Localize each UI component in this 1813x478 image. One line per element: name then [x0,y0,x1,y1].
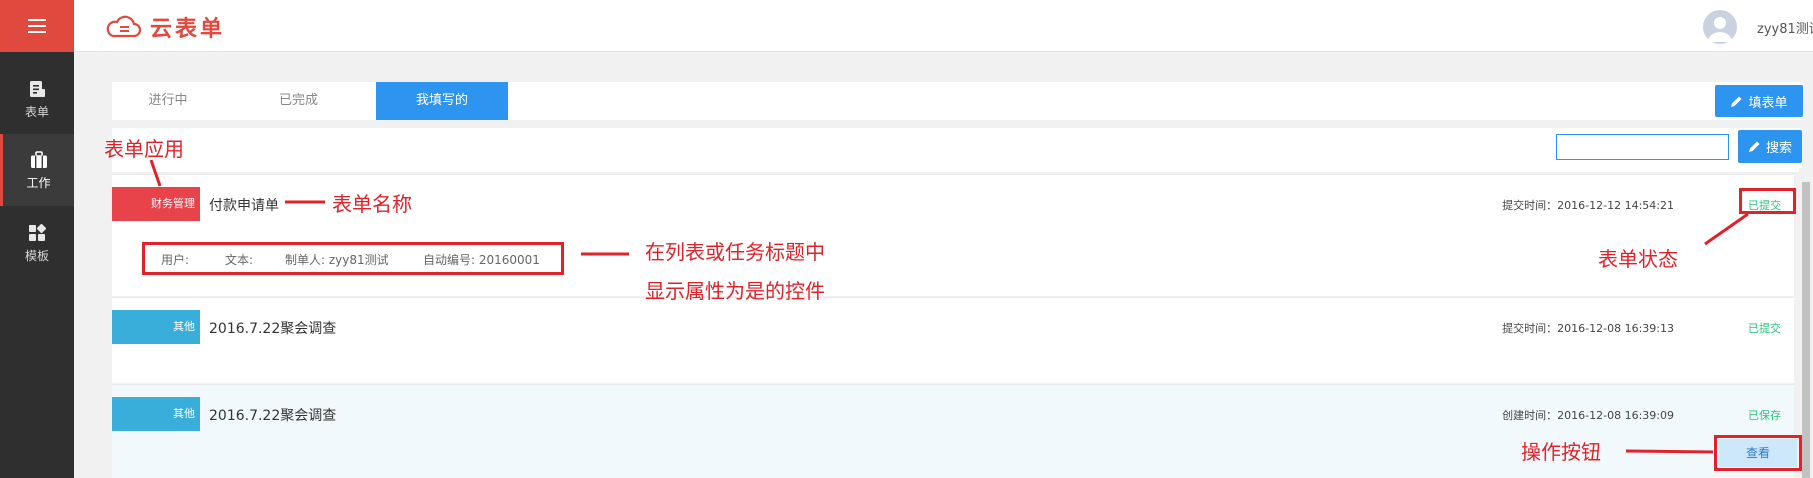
submit-time: 提交时间：2016-12-08 16:39:13 [1502,322,1674,335]
annotation-list-props-line2: 显示属性为是的控件 [645,279,825,303]
briefcase-icon [30,150,47,168]
cloud-form-logo-icon [106,15,142,38]
tab-in-progress[interactable]: 进行中 [112,82,224,120]
meta-text: 文本: [225,253,254,267]
search-row [112,128,1802,172]
sidebar-item-form[interactable]: 表单 [0,64,74,134]
status-badge: 已保存 [1748,409,1781,422]
annotation-form-app: 表单应用 [104,137,184,161]
sidebar-item-work[interactable]: 工作 [0,134,74,206]
form-title[interactable]: 2016.7.22聚会调查 [209,405,336,425]
scrollbar-thumb[interactable] [1802,182,1810,478]
annotation-form-name: 表单名称 [332,192,412,216]
meta-creator: 制单人: zyy81测试 [285,253,389,267]
username[interactable]: zyy81测试 [1757,18,1813,37]
hamburger-icon [28,19,46,33]
template-icon [29,223,47,241]
pencil-icon [1731,96,1742,107]
list-item[interactable]: 其他 2016.7.22聚会调查 提交时间：2016-12-08 16:39:1… [112,297,1794,383]
scrollbar[interactable] [1799,168,1813,478]
tab-bar: 进行中 已完成 我填写的 [112,82,1802,120]
sidebar-item-label: 模板 [24,248,49,263]
tab-completed[interactable]: 已完成 [224,82,373,120]
form-title[interactable]: 2016.7.22聚会调查 [209,318,336,338]
sidebar-item-label: 工作 [26,175,51,190]
category-badge: 其他 [112,310,200,344]
search-label: 搜索 [1765,141,1792,156]
status-badge: 已提交 [1748,322,1781,335]
submit-time: 提交时间：2016-12-12 14:54:21 [1502,199,1674,212]
pencil-icon [1748,141,1760,152]
create-time: 创建时间：2016-12-08 16:39:09 [1502,409,1674,422]
list-properties-box: 用户: 文本: 制单人: zyy81测试 自动编号: 20160001 [142,242,564,275]
annotation-action-button: 操作按钮 [1521,440,1601,464]
sidebar-item-label: 表单 [24,104,49,119]
menu-toggle-button[interactable] [0,0,74,52]
status-highlight-box [1739,188,1796,214]
annotation-list-props-line1: 在列表或任务标题中 [645,240,825,264]
meta-serial: 自动编号: 20160001 [423,253,540,267]
user-avatar-icon [1708,17,1732,42]
tab-my-filled[interactable]: 我填写的 [376,82,508,120]
logo-text: 云表单 [150,17,226,42]
category-badge: 财务管理 [112,187,200,221]
top-header: 云表单 zyy81测试 [74,0,1813,52]
form-icon [30,80,45,97]
action-highlight-box [1714,435,1802,471]
fill-form-button[interactable]: 填表单 [1715,85,1803,117]
avatar[interactable] [1703,10,1737,44]
category-badge: 其他 [112,397,200,431]
meta-user: 用户: [161,253,190,267]
sidebar: 表单 工作 模板 [0,0,74,478]
search-button[interactable]: 搜索 [1738,130,1802,163]
fill-form-label: 填表单 [1748,95,1788,111]
logo[interactable]: 云表单 [104,11,225,43]
form-title[interactable]: 付款申请单 [209,195,279,215]
search-input[interactable] [1556,134,1729,160]
sidebar-item-template[interactable]: 模板 [0,208,74,278]
annotation-form-status: 表单状态 [1598,247,1678,271]
